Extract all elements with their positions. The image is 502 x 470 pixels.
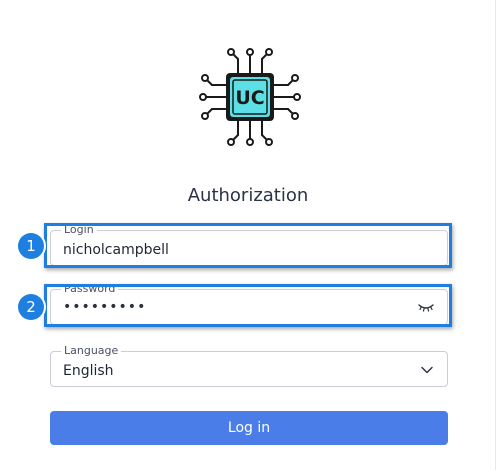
annotation-badge-2: 2 [18, 294, 44, 320]
password-input-value: ••••••••• [63, 299, 147, 315]
uc-chip-logo: UC [199, 48, 301, 146]
password-field[interactable]: Password ••••••••• [50, 282, 448, 325]
language-label: Language [61, 344, 122, 358]
password-label: Password [61, 282, 119, 296]
login-field[interactable]: Login nicholcampbell [50, 223, 448, 266]
login-button[interactable]: Log in [50, 411, 448, 445]
authorization-page: UC Authorization Login nicholcampbell Pa… [0, 0, 502, 470]
page-title: Authorization [187, 185, 309, 206]
language-selected-value: English [63, 363, 114, 379]
language-select[interactable]: Language English [50, 344, 448, 387]
annotation-badge-1: 1 [18, 233, 44, 259]
eye-closed-icon[interactable] [417, 300, 435, 314]
logo-text: UC [235, 87, 264, 109]
login-input-value: nicholcampbell [63, 242, 169, 258]
login-label: Login [61, 223, 97, 237]
page-edge-divider [495, 0, 496, 470]
chevron-down-icon [421, 366, 433, 374]
